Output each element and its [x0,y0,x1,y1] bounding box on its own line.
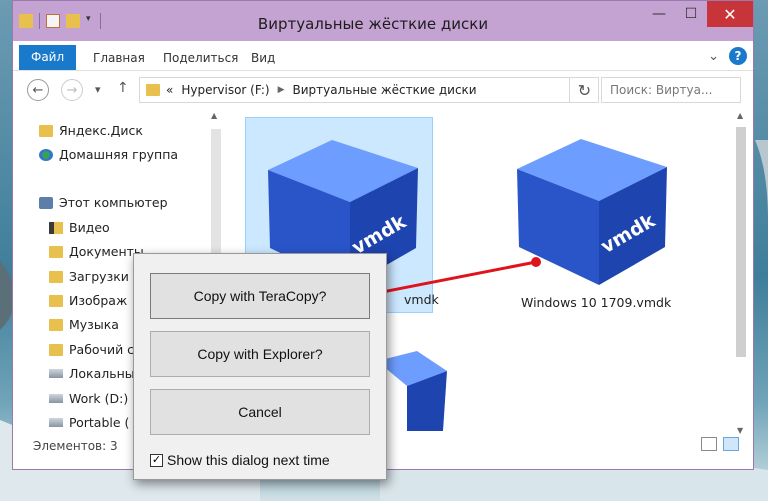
refresh-icon: ↻ [577,80,592,100]
file-name: vmdk [404,292,439,307]
pictures-folder-icon [49,294,63,307]
show-dialog-checkbox[interactable]: ✓ [150,453,163,467]
vmdk-file-icon: vmdk [517,139,667,285]
large-icons-view-icon[interactable] [723,437,739,451]
arrow-right-icon: → [66,82,78,98]
nav-item-desktop[interactable]: Рабочий с [49,342,134,357]
nav-item-pictures[interactable]: Изображ [49,293,127,308]
drive-icon [49,369,63,378]
nav-item-music[interactable]: Музыка [49,317,119,332]
music-folder-icon [49,318,63,331]
details-view-icon[interactable] [701,437,717,451]
tab-home[interactable]: Главная [83,46,155,71]
close-button[interactable]: ✕ [707,1,753,27]
chevron-down-icon[interactable]: ⌄ [708,49,719,64]
nav-item-label: Portable ( [69,415,130,430]
file-tile[interactable]: vmdk Windows 10 1709.vmdk [489,117,689,313]
teracopy-dialog: Copy with TeraCopy? Copy with Explorer? … [133,253,387,480]
ribbon-right-controls: ⌄ ? [708,47,747,65]
nav-item-label: Видео [69,220,110,235]
title-bar: ▾ Виртуальные жёсткие диски — ☐ ✕ [13,1,753,41]
nav-item-label: Work (D:) [69,391,129,406]
desktop-folder-icon [49,343,63,356]
tab-view[interactable]: Вид [241,46,285,71]
forward-button[interactable]: → [61,79,83,101]
nav-item-label: Домашняя группа [59,147,179,162]
cancel-button[interactable]: Cancel [150,389,370,435]
nav-item-label: Музыка [69,317,119,332]
nav-item-documents[interactable]: Документы [49,244,144,259]
scroll-thumb[interactable] [736,127,746,357]
vmdk-file-icon [377,351,447,431]
computer-icon [39,196,53,209]
scroll-up-icon[interactable]: ▲ [211,111,217,120]
nav-item-local-disk[interactable]: Локальны [49,366,135,381]
nav-item-label: Изображ [69,293,128,308]
window-controls: — ☐ ✕ [643,1,753,27]
nav-item-homegroup[interactable]: Домашняя группа [39,147,178,162]
scroll-down-icon[interactable]: ▼ [737,426,743,435]
copy-with-teracopy-button[interactable]: Copy with TeraCopy? [150,273,370,319]
nav-item-label: Рабочий с [69,342,135,357]
help-icon[interactable]: ? [729,47,747,65]
back-button[interactable]: ← [27,79,49,101]
refresh-button[interactable]: ↻ [569,77,599,103]
downloads-folder-icon [49,270,63,283]
navigation-bar: ← → ▾ ↑ « Hypervisor (F:) ▶ Виртуальные … [13,71,753,109]
copy-with-explorer-button[interactable]: Copy with Explorer? [150,331,370,377]
nav-item-label: Загрузки [69,269,129,284]
homegroup-icon [39,148,53,161]
nav-item-yandex-disk[interactable]: Яндекс.Диск [39,123,143,138]
drive-icon [49,394,63,403]
breadcrumb-separator-icon: ▶ [277,85,285,95]
nav-item-label: Локальны [69,366,135,381]
nav-item-label: Яндекс.Диск [59,123,143,138]
breadcrumb-item[interactable]: Виртуальные жёсткие диски [292,83,476,97]
ribbon-tabs: Файл Главная Поделиться Вид ⌄ ? [13,41,753,71]
breadcrumb-item[interactable]: Hypervisor (F:) [181,83,269,97]
maximize-button[interactable]: ☐ [675,1,707,27]
scroll-up-icon[interactable]: ▲ [737,111,743,120]
file-list-scrollbar[interactable]: ▲ ▼ [733,109,749,437]
address-bar[interactable]: « Hypervisor (F:) ▶ Виртуальные жёсткие … [139,77,599,103]
show-dialog-checkbox-row[interactable]: ✓ Show this dialog next time [150,452,330,468]
documents-folder-icon [49,245,63,258]
tab-share[interactable]: Поделиться [153,46,248,71]
recent-locations-button[interactable]: ▾ [95,83,101,96]
tab-file[interactable]: Файл [19,45,77,70]
nav-item-video[interactable]: Видео [49,220,110,235]
window-title: Виртуальные жёсткие диски [257,15,489,33]
file-tile[interactable] [377,341,447,431]
view-switcher [701,437,739,451]
nav-item-work-drive[interactable]: Work (D:) [49,391,128,406]
minimize-button[interactable]: — [643,1,675,27]
arrow-left-icon: ← [32,82,44,98]
folder-icon [146,84,160,96]
folder-icon [39,124,53,137]
nav-item-downloads[interactable]: Загрузки [49,269,129,284]
nav-item-label: Этот компьютер [59,195,168,210]
nav-item-this-pc[interactable]: Этот компьютер [39,195,168,210]
breadcrumb-overflow[interactable]: « [166,83,173,97]
up-button[interactable]: ↑ [117,80,129,96]
file-name: Windows 10 1709.vmdk [521,295,672,310]
item-count: Элементов: 3 [33,439,118,453]
nav-item-portable-drive[interactable]: Portable ( [49,415,129,430]
drive-icon [49,418,63,427]
checkbox-label: Show this dialog next time [167,452,330,468]
video-folder-icon [49,221,63,234]
search-input[interactable]: Поиск: Виртуа... [601,77,741,103]
